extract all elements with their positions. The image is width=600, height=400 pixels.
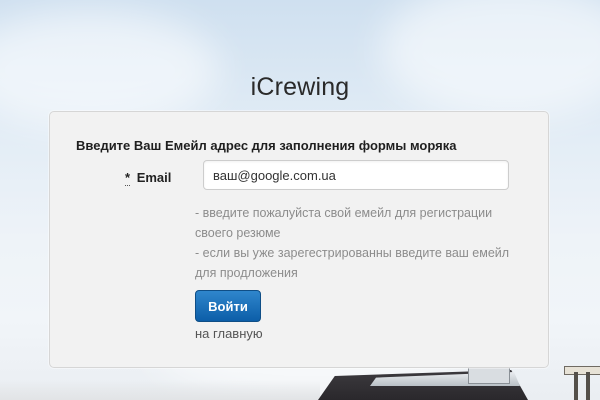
email-label: * Email <box>125 170 172 186</box>
home-link[interactable]: на главную <box>195 326 263 341</box>
crane-arm <box>564 366 600 375</box>
ground-haze <box>0 380 320 400</box>
ship-bridge-shape <box>468 366 510 384</box>
email-field[interactable] <box>203 160 509 190</box>
form-heading: Введите Ваш Емейл адрес для заполнения ф… <box>76 138 457 153</box>
hint-continue: - если вы уже зарегестрированны введите … <box>195 246 510 280</box>
crane-leg <box>574 372 578 400</box>
email-label-text: Email <box>136 170 172 185</box>
crane-shape <box>560 360 600 400</box>
sky-cloud <box>380 0 600 120</box>
brand-title: iCrewing <box>250 73 350 101</box>
required-marker: * <box>125 170 131 186</box>
login-button[interactable]: Войти <box>195 290 261 322</box>
email-form-panel: Введите Ваш Емейл адрес для заполнения ф… <box>49 111 549 368</box>
hint-register: - введите пожалуйста свой емейл для реги… <box>195 206 493 240</box>
crane-leg <box>586 372 590 400</box>
